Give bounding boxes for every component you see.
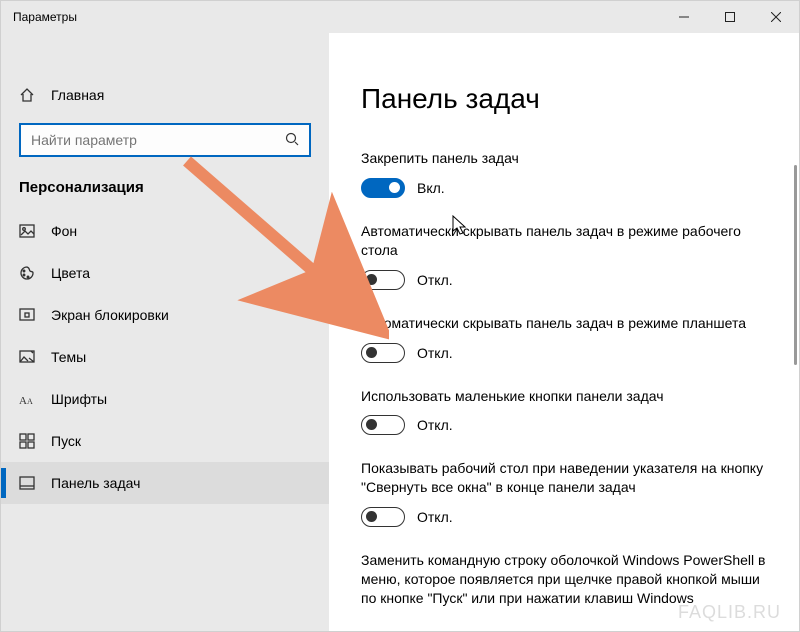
sidebar-item-colors[interactable]: Цвета [1,252,329,294]
svg-text:A: A [27,397,33,406]
maximize-button[interactable] [707,1,753,33]
toggle-state: Откл. [417,345,453,361]
sidebar-item-label: Панель задач [51,475,140,491]
toggle-state: Откл. [417,417,453,433]
scrollbar[interactable] [794,165,797,365]
toggle-state: Откл. [417,509,453,525]
setting-label: Автоматически скрывать панель задач в ре… [361,314,771,333]
search-box[interactable] [19,123,311,157]
sidebar-item-background[interactable]: Фон [1,210,329,252]
toggle-peek-desktop[interactable] [361,507,405,527]
sidebar-item-label: Шрифты [51,391,107,407]
home-link[interactable]: Главная [1,79,329,111]
window-title: Параметры [13,10,77,24]
setting-label: Показывать рабочий стол при наведении ук… [361,459,771,497]
setting-label: Заменить командную строку оболочкой Wind… [361,551,771,608]
sidebar-item-lockscreen[interactable]: Экран блокировки [1,294,329,336]
svg-text:A: A [19,395,27,407]
picture-icon [19,223,35,239]
content-pane: Панель задач Закрепить панель задач Вкл.… [329,33,799,631]
setting-label: Использовать маленькие кнопки панели зад… [361,387,771,406]
toggle-lock-taskbar[interactable] [361,178,405,198]
home-label: Главная [51,87,104,103]
lockscreen-icon [19,307,35,323]
sidebar-item-fonts[interactable]: AA Шрифты [1,378,329,420]
sidebar-item-themes[interactable]: Темы [1,336,329,378]
themes-icon [19,349,35,365]
sidebar-item-label: Темы [51,349,86,365]
close-button[interactable] [753,1,799,33]
sidebar-item-label: Пуск [51,433,81,449]
start-icon [19,433,35,449]
sidebar-item-label: Фон [51,223,77,239]
search-icon [285,132,299,149]
fonts-icon: AA [19,391,35,407]
sidebar-item-start[interactable]: Пуск [1,420,329,462]
sidebar: Главная Персонализация Фон Цвета Экран б… [1,33,329,631]
titlebar: Параметры [1,1,799,33]
watermark: FAQLIB.RU [678,602,781,623]
search-input[interactable] [31,132,285,148]
setting-peek-desktop: Показывать рабочий стол при наведении ук… [361,459,771,527]
home-icon [19,87,35,103]
sidebar-item-label: Цвета [51,265,90,281]
setting-small-buttons: Использовать маленькие кнопки панели зад… [361,387,771,436]
taskbar-icon [19,475,35,491]
toggle-state: Откл. [417,272,453,288]
sidebar-item-label: Экран блокировки [51,307,169,323]
toggle-small-buttons[interactable] [361,415,405,435]
setting-label: Автоматически скрывать панель задач в ре… [361,222,771,260]
palette-icon [19,265,35,281]
toggle-autohide-tablet[interactable] [361,343,405,363]
setting-autohide-tablet: Автоматически скрывать панель задач в ре… [361,314,771,363]
window-controls [661,1,799,33]
setting-lock-taskbar: Закрепить панель задач Вкл. [361,149,771,198]
setting-label: Закрепить панель задач [361,149,771,168]
section-title: Персонализация [1,179,329,210]
minimize-button[interactable] [661,1,707,33]
sidebar-item-taskbar[interactable]: Панель задач [1,462,329,504]
page-title: Панель задач [361,83,771,115]
toggle-state: Вкл. [417,180,445,196]
setting-powershell-text: Заменить командную строку оболочкой Wind… [361,551,771,608]
toggle-autohide-desktop[interactable] [361,270,405,290]
setting-autohide-desktop: Автоматически скрывать панель задач в ре… [361,222,771,290]
